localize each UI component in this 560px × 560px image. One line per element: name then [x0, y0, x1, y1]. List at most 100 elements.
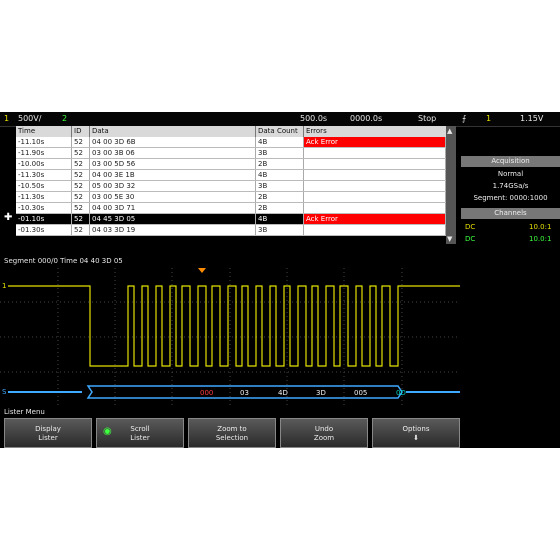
cell-id: 52 — [72, 181, 90, 191]
acquisition-header: Acquisition — [461, 156, 560, 167]
cell-id: 52 — [72, 225, 90, 235]
row-pointer-icon: ✚ — [4, 212, 13, 223]
ch1-probe: 10.0:1 — [529, 223, 552, 231]
column-id: ID — [72, 126, 90, 137]
cell-count: 3B — [256, 225, 304, 235]
ch2-coupling: DC — [465, 235, 476, 243]
softkey-bar: Display Lister ◉ Scroll Lister Zoom to S… — [0, 418, 560, 448]
table-row[interactable]: -01.30s 52 04 03 3D 19 3B — [16, 225, 446, 236]
cell-error: Ack Error — [304, 214, 446, 224]
oscilloscope-screen: 1 500V/ 2 500.0s 0000.0s Stop ⨍ 1 1.15V … — [0, 112, 560, 448]
table-scrollbar[interactable]: ▲ ▼ — [446, 126, 456, 244]
cell-time: -11.30s — [16, 192, 72, 202]
cell-time: -10.50s — [16, 181, 72, 191]
scroll-down-icon[interactable]: ▼ — [447, 234, 452, 244]
cell-count: 3B — [256, 148, 304, 158]
cell-count: 2B — [256, 159, 304, 169]
softkey-label: Options — [402, 425, 430, 433]
acquisition-mode: Normal — [497, 170, 524, 178]
table-row[interactable]: -10.30s 52 04 00 3D 71 2B — [16, 203, 446, 214]
cell-time: -01.10s — [16, 214, 72, 224]
softkey-label: Display — [35, 425, 61, 433]
column-time: Time — [16, 126, 72, 137]
ch2-probe: 10.0:1 — [529, 235, 552, 243]
ch1-ground-label: 1 — [2, 282, 6, 290]
cell-id: 52 — [72, 137, 90, 147]
cell-data: 04 03 3D 19 — [90, 225, 256, 235]
cell-id: 52 — [72, 214, 90, 224]
softkey-label: Zoom — [313, 434, 335, 442]
arrow-down-icon: ⬇ — [413, 434, 419, 442]
cell-count: 2B — [256, 203, 304, 213]
run-mode[interactable]: Stop — [418, 114, 436, 124]
undo-zoom-button[interactable]: Undo Zoom — [280, 418, 368, 448]
column-data-count: Data Count — [256, 126, 304, 137]
decode-packet-data: 005 — [354, 389, 367, 397]
table-row[interactable]: -11.30s 52 04 00 3E 1B 4B — [16, 170, 446, 181]
channel-1-scale[interactable]: 500V/ — [18, 114, 41, 124]
table-row[interactable]: -10.50s 52 05 00 3D 32 3B — [16, 181, 446, 192]
cell-error — [304, 148, 446, 158]
decode-packet-id: 000 — [200, 389, 213, 397]
waveform-display[interactable]: 1 S 000 03 4D 3D 005 0D — [0, 268, 460, 406]
trigger-marker — [198, 268, 206, 273]
decode-packet-data: 3D — [316, 389, 326, 397]
trigger-channel: 1 — [486, 114, 492, 123]
table-row-selected[interactable]: -01.10s 52 04 45 3D 05 4B Ack Error — [16, 214, 446, 225]
trigger-edge-icon: ⨍ — [462, 114, 467, 123]
segment-readout: Segment: 0000:1000 — [473, 194, 548, 202]
cell-id: 52 — [72, 159, 90, 169]
menu-title: Lister Menu — [4, 408, 45, 416]
info-panel: Acquisition Normal 1.74GSa/s Segment: 00… — [461, 156, 560, 256]
cell-id: 52 — [72, 203, 90, 213]
timebase-value[interactable]: 500.0s — [300, 114, 327, 124]
display-lister-button[interactable]: Display Lister — [4, 418, 92, 448]
table-row[interactable]: -11.30s 52 03 00 5E 30 2B — [16, 192, 446, 203]
channel-1-waveform — [8, 285, 460, 367]
cell-error — [304, 170, 446, 180]
scroll-lister-button[interactable]: ◉ Scroll Lister — [96, 418, 184, 448]
table-header: Time ID Data Data Count Errors — [16, 126, 446, 137]
channels-header: Channels — [461, 208, 560, 219]
scroll-up-icon[interactable]: ▲ — [447, 126, 452, 136]
knob-icon: ◉ — [103, 426, 112, 437]
segment-info: Segment 000/0 Time 04 40 3D 05 — [4, 257, 123, 265]
cell-count: 4B — [256, 170, 304, 180]
softkey-label: Undo — [314, 425, 334, 433]
cell-count: 3B — [256, 181, 304, 191]
cell-time: -11.30s — [16, 170, 72, 180]
table-row[interactable]: -11.90s 52 03 00 3B 06 3B — [16, 148, 446, 159]
softkey-label: Zoom to — [217, 425, 247, 433]
channel-2-number[interactable]: 2 — [62, 114, 67, 124]
cell-data: 04 00 3E 1B — [90, 170, 256, 180]
decode-packet-data: 4D — [278, 389, 288, 397]
cell-data: 04 00 3D 71 — [90, 203, 256, 213]
column-data: Data — [90, 126, 256, 137]
cell-count: 4B — [256, 214, 304, 224]
cell-error — [304, 159, 446, 169]
cell-data: 05 00 3D 32 — [90, 181, 256, 191]
cell-data: 03 00 5D 56 — [90, 159, 256, 169]
cell-time: -10.30s — [16, 203, 72, 213]
channel-1-number[interactable]: 1 — [4, 114, 9, 124]
cell-data: 04 00 3D 6B — [90, 137, 256, 147]
table-row[interactable]: -10.00s 52 03 00 5D 56 2B — [16, 159, 446, 170]
cell-error: Ack Error — [304, 137, 446, 147]
table-row[interactable]: -11.10s 52 04 00 3D 6B 4B Ack Error — [16, 137, 446, 148]
zoom-to-selection-button[interactable]: Zoom to Selection — [188, 418, 276, 448]
delay-value[interactable]: 0000.0s — [350, 114, 382, 124]
decode-bus-label: S — [2, 388, 7, 396]
cell-error — [304, 203, 446, 213]
cell-time: -10.00s — [16, 159, 72, 169]
cell-error — [304, 181, 446, 191]
options-button[interactable]: Options ⬇ — [372, 418, 460, 448]
trigger-level[interactable]: 1.15V — [520, 114, 543, 124]
column-errors: Errors — [306, 127, 327, 135]
cell-time: -11.10s — [16, 137, 72, 147]
cell-data: 04 45 3D 05 — [90, 214, 256, 224]
cell-id: 52 — [72, 148, 90, 158]
acquisition-rate: 1.74GSa/s — [492, 182, 529, 190]
cell-id: 52 — [72, 170, 90, 180]
status-bar: 1 500V/ 2 500.0s 0000.0s Stop ⨍ 1 1.15V — [0, 112, 560, 127]
ch1-coupling: DC — [465, 223, 476, 231]
